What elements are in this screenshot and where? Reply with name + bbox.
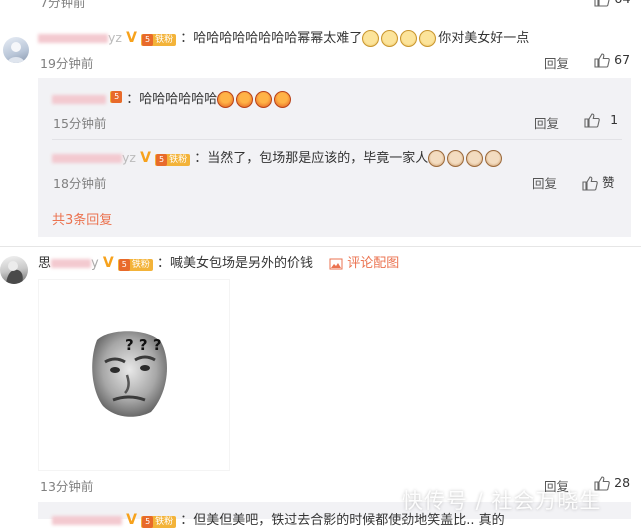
thumbs-up-icon: [582, 176, 598, 191]
vip-badge: V: [126, 30, 137, 46]
comment-text: ：喊美女包场是另外的价钱: [157, 256, 314, 271]
view-all-replies-link[interactable]: 共3条回复: [52, 209, 112, 228]
avatar-image: [7, 42, 25, 63]
thumbs-up-icon: [594, 0, 610, 7]
like-count: 1: [610, 112, 619, 127]
reply-divider: [52, 139, 622, 140]
dog-emoji-icon: [447, 150, 465, 167]
comment-time: 13分钟前: [40, 479, 94, 494]
like-button[interactable]: 赞: [582, 172, 615, 191]
reply-time: 15分钟前: [53, 116, 107, 131]
thumbs-up-icon: [584, 113, 600, 128]
redacted-username[interactable]: [52, 154, 122, 163]
redacted-username[interactable]: [52, 95, 106, 104]
vip-badge: V: [126, 512, 137, 528]
view-comment-picture-link[interactable]: 评论配图: [329, 256, 399, 271]
comment-divider: [0, 246, 641, 247]
laughing-emoji-icon: [236, 91, 254, 108]
top-comment-time: 7分钟前: [40, 0, 86, 10]
like-button[interactable]: 1: [584, 112, 618, 128]
laughing-emoji-icon: [217, 91, 235, 108]
vip-badge: V: [140, 150, 151, 166]
reply-2: yz V 5 铁粉 ：当然了，包场那是应该的，毕竟一家人: [52, 147, 504, 167]
username-start[interactable]: 思: [38, 256, 51, 271]
cat-emoji-icon: [419, 30, 437, 47]
laughing-emoji-icon: [274, 91, 292, 108]
comment-text: ：哈哈哈哈哈哈哈哈幂幂太难了: [180, 31, 363, 46]
thumbs-up-icon: [594, 53, 610, 68]
username-suffix[interactable]: yz: [122, 150, 136, 165]
avatar[interactable]: [3, 37, 29, 63]
reply-1: 5 ：哈哈哈哈哈哈: [52, 88, 293, 108]
fan-badge: 5 铁粉: [117, 259, 153, 271]
fan-badge: 5 铁粉: [155, 154, 191, 166]
comment-time: 19分钟前: [40, 56, 94, 71]
avatar[interactable]: [0, 256, 28, 284]
fan-badge-small: 5: [110, 91, 123, 103]
reply-time: 18分钟前: [53, 176, 107, 191]
reply-button[interactable]: 回复: [534, 113, 559, 132]
watermark: 快传号 / 社会万晓生: [402, 489, 602, 513]
avatar-image: [6, 261, 23, 284]
image-icon: [329, 258, 343, 269]
top-like-count: 64: [614, 0, 631, 7]
dog-emoji-icon: [466, 150, 484, 167]
comment-2: 思 y V 5 铁粉 ：喊美女包场是另外的价钱 评论配图: [38, 252, 399, 271]
meme-face-image: ? ? ?: [90, 331, 176, 417]
dog-emoji-icon: [485, 150, 503, 167]
reply-button[interactable]: 回复: [544, 53, 569, 72]
reply-button[interactable]: 回复: [532, 173, 557, 192]
username-suffix[interactable]: yz: [108, 30, 122, 45]
like-button[interactable]: 67: [594, 52, 630, 68]
like-label: 赞: [602, 175, 615, 190]
cat-emoji-icon: [381, 30, 399, 47]
dog-emoji-icon: [428, 150, 446, 167]
like-count: 28: [614, 475, 631, 490]
comment-text-end: 你对美女好一点: [438, 31, 530, 46]
redacted-username[interactable]: [52, 516, 122, 525]
username-end[interactable]: y: [91, 256, 99, 271]
laughing-emoji-icon: [255, 91, 273, 108]
redacted-username[interactable]: [51, 259, 92, 268]
top-like-button[interactable]: 64: [594, 0, 631, 7]
fan-badge: 5 铁粉: [141, 516, 177, 528]
meme-question-marks: ? ? ?: [125, 336, 162, 354]
vip-badge: V: [102, 255, 114, 271]
comment-1: yz V 5 铁粉 ：哈哈哈哈哈哈哈哈幂幂太难了 你对美女好一点: [38, 27, 529, 47]
reply-text: ：但美但美吧，铁过去合影的时候都使劲地笑盖比.. 真的: [180, 513, 505, 528]
reply-text: ：当然了，包场那是应该的，毕竟一家人: [194, 151, 429, 166]
cat-emoji-icon: [400, 30, 418, 47]
redacted-username[interactable]: [38, 34, 108, 43]
comment-image[interactable]: ? ? ?: [38, 279, 230, 471]
cat-emoji-icon: [362, 30, 380, 47]
like-count: 67: [614, 52, 631, 67]
reply-text: ：哈哈哈哈哈哈: [126, 92, 218, 107]
fan-badge: 5 铁粉: [141, 34, 177, 46]
